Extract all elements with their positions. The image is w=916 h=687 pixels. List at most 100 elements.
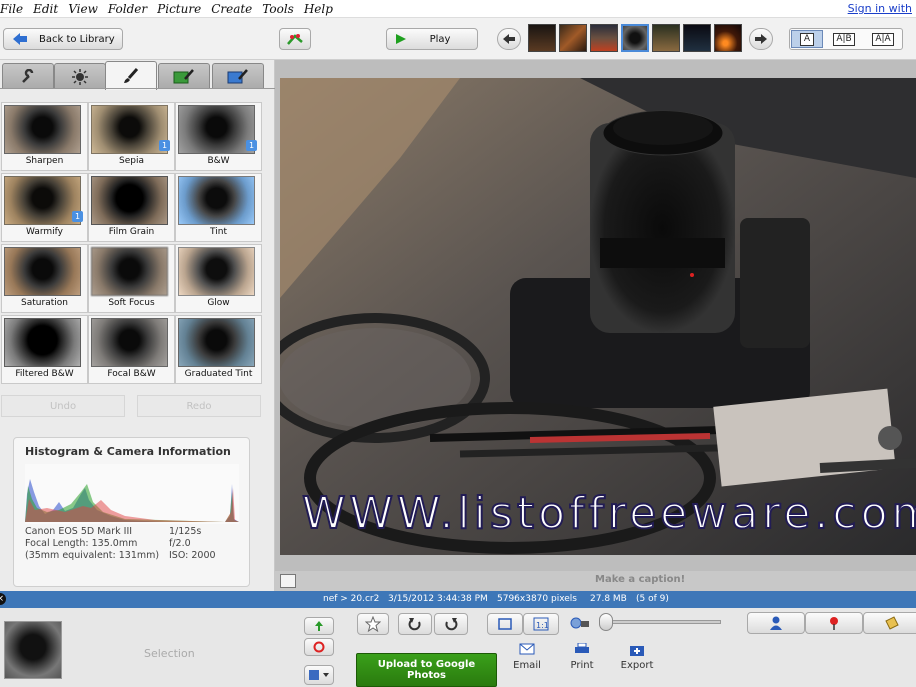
- tray-thumbnail[interactable]: [4, 621, 62, 679]
- zoom-slider[interactable]: [603, 620, 721, 624]
- effect-tint[interactable]: Tint: [175, 173, 262, 242]
- effect-label: Graduated Tint: [184, 369, 253, 379]
- menu-folder[interactable]: Folder: [103, 0, 152, 17]
- effect-sharpen[interactable]: Sharpen: [1, 102, 88, 171]
- caption-input[interactable]: Make a caption!: [595, 574, 685, 585]
- effect-glow[interactable]: Glow: [175, 244, 262, 313]
- export-button[interactable]: Export: [611, 643, 663, 671]
- effect-saturation[interactable]: Saturation: [1, 244, 88, 313]
- places-button[interactable]: [805, 612, 863, 634]
- actual-size-button[interactable]: 1:1: [523, 613, 559, 635]
- filmstrip-thumb-4-selected[interactable]: [621, 24, 649, 52]
- menu-picture[interactable]: Picture: [152, 0, 206, 17]
- next-photo-button[interactable]: [749, 28, 773, 50]
- sign-in-link[interactable]: Sign in with: [848, 2, 912, 15]
- menu-help[interactable]: Help: [299, 0, 338, 17]
- menu-bar: File Edit View Folder Picture Create Tools Help…: [0, 0, 916, 18]
- green-pin-icon: [315, 621, 323, 631]
- status-date: 3/15/2012 3:44:38 PM: [388, 594, 488, 604]
- green-brush-icon: [173, 68, 194, 83]
- tab-more-effects-green[interactable]: [158, 63, 210, 89]
- tab-tuning[interactable]: [54, 63, 106, 89]
- tab-more-effects-blue[interactable]: [212, 63, 264, 89]
- tab-basic-fixes[interactable]: [2, 63, 54, 89]
- tag-icon: [885, 616, 899, 630]
- effect-preview-image: [178, 318, 255, 367]
- print-icon: [575, 642, 589, 653]
- effect-count-badge: 1: [159, 140, 170, 151]
- histogram-chart: [25, 464, 239, 524]
- filmstrip-thumb-1[interactable]: [528, 24, 556, 52]
- effect-sepia[interactable]: Sepia 1: [88, 102, 175, 171]
- menu-tools[interactable]: Tools: [257, 0, 299, 17]
- email-button[interactable]: Email: [501, 643, 553, 671]
- side-by-side-view-button[interactable]: A|A: [872, 32, 894, 46]
- caption-toggle-icon[interactable]: [280, 574, 296, 588]
- effect-label: Film Grain: [108, 227, 155, 237]
- effect-warmify[interactable]: Warmify 1: [1, 173, 88, 242]
- effect-film-grain[interactable]: Film Grain: [88, 173, 175, 242]
- back-to-library-button[interactable]: Back to Library: [3, 28, 123, 50]
- clear-icon: [313, 641, 325, 653]
- effect-label: Sepia: [119, 156, 144, 166]
- effect-label: Focal B&W: [107, 369, 156, 379]
- star-icon: [365, 616, 381, 632]
- fit-icon: [498, 618, 512, 630]
- filmstrip-thumb-2[interactable]: [559, 24, 587, 52]
- tags-button[interactable]: [863, 612, 916, 634]
- camera-model: Canon EOS 5D Mark III: [25, 526, 133, 537]
- rotate-right-icon: [445, 618, 458, 631]
- filmstrip-thumb-6[interactable]: [683, 24, 711, 52]
- map-pin-icon: [830, 617, 838, 630]
- selection-label: Selection: [144, 647, 195, 660]
- svg-text:1:1: 1:1: [536, 621, 549, 630]
- close-tray-icon[interactable]: ×: [0, 593, 6, 605]
- focal-length: Focal Length: 135.0mm: [25, 538, 138, 549]
- filmstrip-thumb-5[interactable]: [652, 24, 680, 52]
- effect-preview-image: [91, 105, 168, 154]
- camera-photo: [280, 78, 916, 555]
- back-arrow-icon: [13, 33, 27, 45]
- menu-edit[interactable]: Edit: [28, 0, 63, 17]
- effect-filtered-b-w[interactable]: Filtered B&W: [1, 315, 88, 384]
- rotate-left-button[interactable]: [398, 613, 432, 635]
- album-menu-button[interactable]: [304, 665, 334, 685]
- left-arrow-icon: [503, 34, 515, 44]
- effect-soft-focus[interactable]: Soft Focus: [88, 244, 175, 313]
- undo-button[interactable]: Undo: [1, 395, 125, 417]
- effect-b-w[interactable]: B&W 1: [175, 102, 262, 171]
- people-tag-button[interactable]: [279, 28, 311, 50]
- single-view-button[interactable]: A: [799, 32, 815, 46]
- menu-create[interactable]: Create: [206, 0, 257, 17]
- rotate-right-button[interactable]: [434, 613, 468, 635]
- fit-view-button[interactable]: [487, 613, 523, 635]
- effect-graduated-tint[interactable]: Graduated Tint: [175, 315, 262, 384]
- compare-view-button[interactable]: A|B: [833, 32, 855, 46]
- export-icon: [630, 646, 644, 656]
- focal-equivalent: (35mm equivalent: 131mm): [25, 550, 160, 561]
- hold-button[interactable]: [304, 617, 334, 635]
- previous-photo-button[interactable]: [497, 28, 521, 50]
- menu-file[interactable]: File: [0, 0, 28, 17]
- tagging-icon: [287, 34, 303, 45]
- menu-view[interactable]: View: [63, 0, 103, 17]
- print-button[interactable]: Print: [556, 642, 608, 671]
- redo-button[interactable]: Redo: [137, 395, 261, 417]
- clear-selection-button[interactable]: [304, 638, 334, 656]
- effect-count-badge: 1: [72, 211, 83, 222]
- star-button[interactable]: [357, 613, 389, 635]
- status-dimensions: 5796x3870 pixels: [497, 594, 577, 604]
- blue-brush-icon: [227, 68, 248, 83]
- play-button[interactable]: Play: [386, 28, 478, 50]
- filmstrip-thumb-3[interactable]: [590, 24, 618, 52]
- main-photo[interactable]: WWW.listoffreeware.com: [280, 78, 916, 555]
- effect-focal-b-w[interactable]: Focal B&W: [88, 315, 175, 384]
- people-button[interactable]: [747, 612, 805, 634]
- wrench-icon: [22, 68, 34, 83]
- filmstrip-thumb-7[interactable]: [714, 24, 742, 52]
- effect-preview-image: [91, 318, 168, 367]
- play-label: Play: [429, 33, 451, 45]
- zoom-slider-handle[interactable]: [599, 613, 613, 631]
- tab-effects[interactable]: [105, 61, 157, 90]
- upload-to-google-photos-button[interactable]: Upload to Google Photos: [356, 653, 497, 687]
